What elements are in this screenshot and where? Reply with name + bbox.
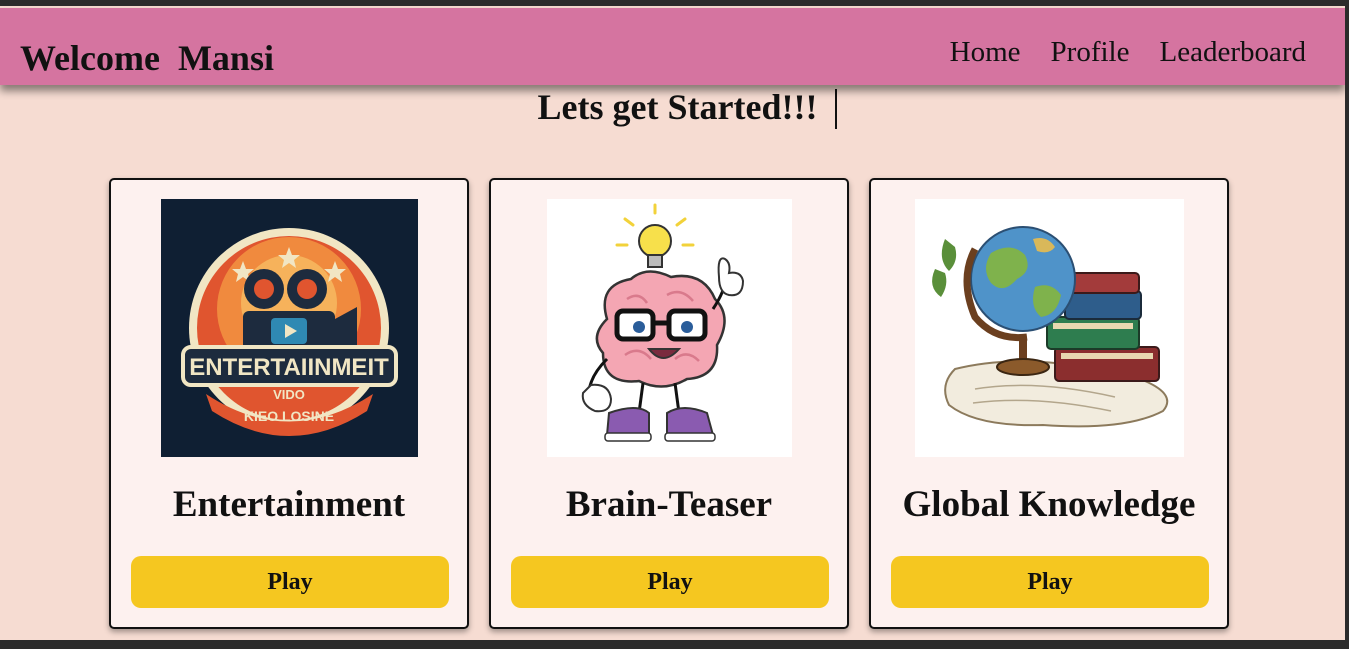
nav-link-leaderboard[interactable]: Leaderboard [1159, 36, 1306, 69]
card-title: Brain-Teaser [565, 484, 773, 525]
badge-line1: ENTERTAIINMEIT [189, 354, 389, 381]
card-title: Entertainment [172, 484, 406, 525]
text-cursor [835, 89, 838, 129]
cartoon-brain-lightbulb-icon [547, 199, 792, 457]
category-card-entertainment: ENTERTAIINMEIT VIDO KIEO LOSINE Entertai… [109, 178, 469, 629]
play-button-brain-teaser[interactable]: Play [511, 556, 829, 608]
play-button-entertainment[interactable]: Play [131, 556, 449, 608]
window-bottom-edge [0, 640, 1349, 649]
badge-line3: KIEO LOSINE [244, 408, 334, 424]
nav-links: Home Profile Leaderboard [950, 36, 1306, 69]
heading-text: Lets get Started!!! [537, 87, 818, 127]
navbar: Welcome Mansi Home Profile Leaderboard [0, 8, 1345, 85]
nav-link-home[interactable]: Home [950, 36, 1021, 69]
card-title: Global Knowledge [902, 484, 1196, 525]
app-viewport: Welcome Mansi Home Profile Leaderboard L… [0, 6, 1345, 640]
badge-line2: VIDO [273, 387, 305, 402]
play-button-global-knowledge[interactable]: Play [891, 556, 1209, 608]
welcome-title: Welcome Mansi [20, 38, 274, 78]
globe-books-icon [915, 199, 1184, 457]
category-card-brain-teaser: Brain-Teaser Play [489, 178, 849, 629]
category-card-global-knowledge: Global Knowledge Play [869, 178, 1229, 629]
page-heading: Lets get Started!!! [0, 86, 1345, 129]
film-camera-badge-icon: ENTERTAIINMEIT VIDO KIEO LOSINE [161, 199, 418, 457]
nav-link-profile[interactable]: Profile [1051, 36, 1130, 69]
